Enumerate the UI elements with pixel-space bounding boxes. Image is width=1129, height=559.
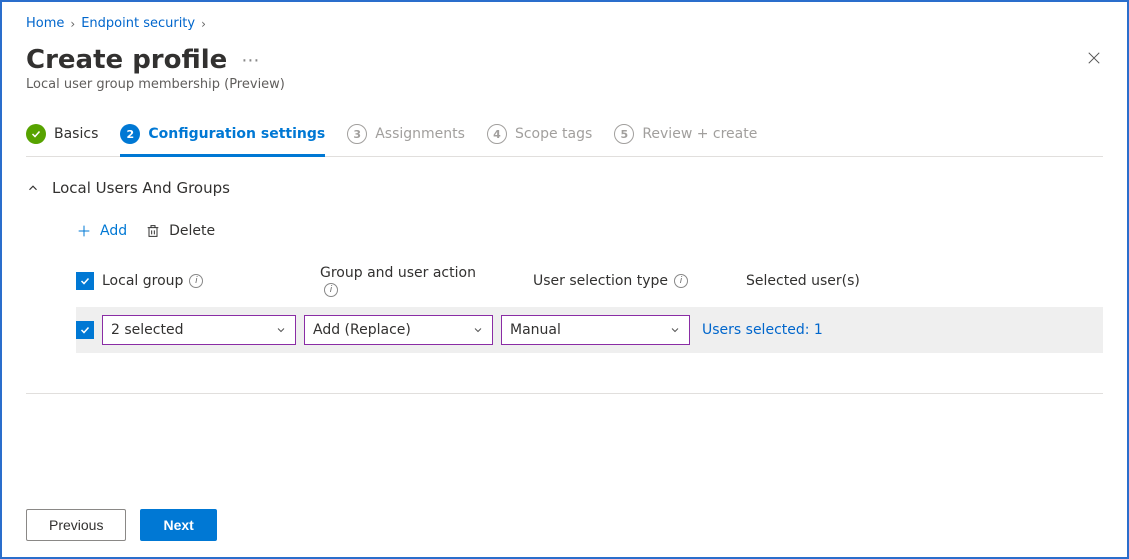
breadcrumb-home[interactable]: Home [26, 16, 64, 31]
wizard-step-label: Basics [54, 126, 98, 142]
select-value: Add (Replace) [313, 322, 411, 338]
users-selected-link[interactable]: Users selected: 1 [698, 322, 823, 338]
info-icon[interactable]: i [674, 274, 688, 288]
info-icon[interactable]: i [189, 274, 203, 288]
previous-button[interactable]: Previous [26, 509, 126, 541]
chevron-down-icon [669, 324, 681, 336]
wizard-step-label: Assignments [375, 126, 465, 142]
chevron-right-icon: › [70, 17, 75, 31]
column-header-user-selection-type: User selection type i [533, 273, 738, 289]
chevron-down-icon [472, 324, 484, 336]
wizard-step-configuration-settings[interactable]: 2 Configuration settings [120, 124, 325, 156]
wizard-step-label: Review + create [642, 126, 757, 142]
section-toggle-local-users-and-groups[interactable]: Local Users And Groups [26, 179, 1103, 197]
local-group-select[interactable]: 2 selected [102, 315, 296, 345]
chevron-down-icon [275, 324, 287, 336]
page-title: Create profile [26, 45, 227, 75]
page-subtitle: Local user group membership (Preview) [26, 77, 285, 92]
user-selection-type-select[interactable]: Manual [501, 315, 690, 345]
wizard-step-basics[interactable]: Basics [26, 124, 98, 156]
step-number-icon: 4 [487, 124, 507, 144]
more-actions-icon[interactable]: ⋯ [241, 50, 260, 71]
next-button[interactable]: Next [140, 509, 216, 541]
column-header-group-user-action: Group and user action i [320, 265, 525, 297]
add-button[interactable]: Add [76, 223, 127, 239]
select-value: Manual [510, 322, 561, 338]
delete-button-label: Delete [169, 223, 215, 239]
step-number-icon: 5 [614, 124, 634, 144]
trash-icon [145, 223, 161, 239]
section-title: Local Users And Groups [52, 179, 230, 197]
chevron-up-icon [26, 181, 40, 195]
row-checkbox[interactable] [76, 321, 94, 339]
step-number-icon: 3 [347, 124, 367, 144]
select-all-checkbox[interactable] [76, 272, 94, 290]
plus-icon [76, 223, 92, 239]
checkmark-icon [79, 275, 91, 287]
delete-button[interactable]: Delete [145, 223, 215, 239]
wizard-step-assignments[interactable]: 3 Assignments [347, 124, 465, 156]
wizard-steps: Basics 2 Configuration settings 3 Assign… [26, 124, 1103, 157]
chevron-right-icon: › [201, 17, 206, 31]
breadcrumb-endpoint-security[interactable]: Endpoint security [81, 16, 195, 31]
checkmark-icon [26, 124, 46, 144]
group-user-action-select[interactable]: Add (Replace) [304, 315, 493, 345]
wizard-step-label: Configuration settings [148, 126, 325, 142]
divider [26, 393, 1103, 394]
column-header-selected-users: Selected user(s) [746, 273, 951, 289]
wizard-step-label: Scope tags [515, 126, 592, 142]
breadcrumb: Home › Endpoint security › [26, 12, 1103, 31]
add-button-label: Add [100, 223, 127, 239]
wizard-step-review-create[interactable]: 5 Review + create [614, 124, 757, 156]
checkmark-icon [79, 324, 91, 336]
step-number-icon: 2 [120, 124, 140, 144]
close-icon[interactable] [1081, 45, 1107, 75]
wizard-step-scope-tags[interactable]: 4 Scope tags [487, 124, 592, 156]
column-header-local-group: Local group i [102, 273, 312, 289]
select-value: 2 selected [111, 322, 183, 338]
table-row: 2 selected Add (Replace) Manual Users se… [76, 307, 1103, 353]
info-icon[interactable]: i [324, 283, 338, 297]
